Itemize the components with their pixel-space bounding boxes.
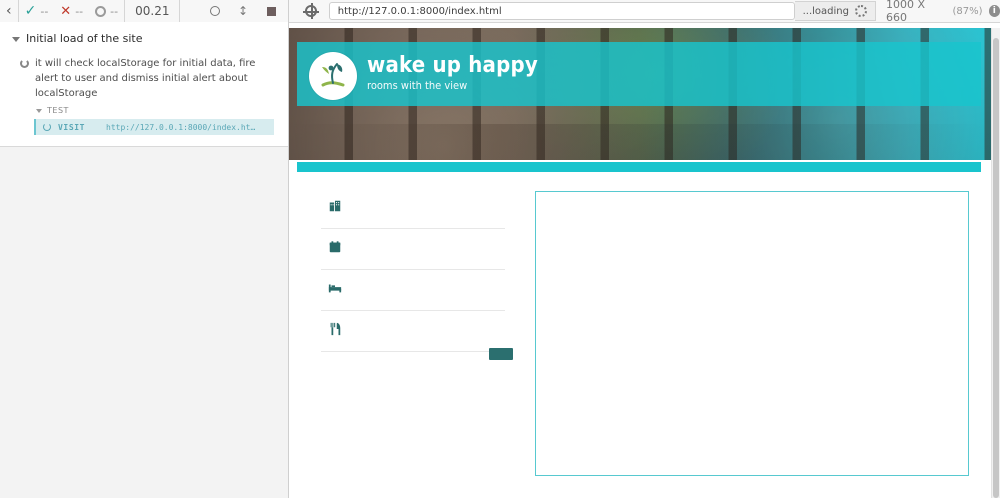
command-log-row[interactable]: VISIT http://127.0.0.1:8000/index.html: [34, 119, 274, 135]
spec-reporter: Initial load of the site it will check l…: [0, 22, 288, 147]
brand-subtitle: rooms with the view: [367, 79, 468, 92]
runner-controls: ↕: [208, 4, 288, 18]
command-message: http://127.0.0.1:8000/index.html: [106, 122, 256, 132]
test-title: it will check localStorage for initial d…: [35, 58, 256, 99]
app-scrollbar[interactable]: [991, 28, 1000, 498]
test-row[interactable]: it will check localStorage for initial d…: [20, 56, 260, 101]
scroll-toggle-button[interactable]: ↕: [236, 4, 250, 18]
menu-item-calendar[interactable]: [321, 229, 505, 270]
pending-count: --: [110, 4, 119, 18]
command-group-label: TEST: [47, 106, 69, 115]
pending-stat: --: [89, 0, 124, 22]
auto-scroll-toggle[interactable]: [208, 4, 222, 18]
check-icon: ✓: [24, 3, 37, 19]
hero-image: wake up happy rooms with the view: [289, 28, 991, 160]
caret-down-icon: [36, 108, 42, 113]
runner-toolbar: ‹ ✓ -- ✕ -- -- 00.21 ↕: [0, 0, 288, 23]
failed-count: --: [75, 4, 84, 18]
viewport-dimensions: 1000 X 660: [885, 0, 926, 24]
loading-indicator: ...loading: [794, 1, 876, 21]
leaf-logo-icon: [311, 54, 355, 98]
suite-title-text: Initial load of the site: [26, 32, 143, 45]
chevron-left-icon: ‹: [6, 3, 12, 19]
brand-title: wake up happy: [367, 53, 538, 78]
back-button[interactable]: ‹: [0, 0, 18, 22]
calendar-icon: [329, 241, 341, 253]
failed-stat: ✕ --: [54, 0, 89, 22]
url-field[interactable]: http://127.0.0.1:8000/index.html: [328, 2, 795, 20]
command-name: VISIT: [58, 122, 86, 132]
hero-divider: [297, 162, 981, 172]
x-icon: ✕: [60, 3, 72, 19]
info-icon[interactable]: i: [988, 5, 1000, 17]
loading-dots-icon: [854, 5, 867, 17]
brand: wake up happy rooms with the view: [367, 54, 538, 93]
building-icon: [329, 200, 341, 212]
stop-button[interactable]: [264, 4, 278, 18]
duration: 00.21: [135, 4, 170, 18]
submit-button[interactable]: [489, 348, 513, 360]
crosshair-icon[interactable]: [303, 3, 319, 19]
menu-item-hotels[interactable]: [321, 188, 505, 229]
passed-count: --: [40, 4, 49, 18]
caret-down-icon: [12, 36, 20, 42]
viewport-size: 1000 X 660 (87%) i: [886, 0, 1000, 24]
pending-circle-icon: [95, 5, 107, 17]
menu-item-rooms[interactable]: [321, 270, 505, 311]
content-frame: [535, 191, 969, 476]
bed-icon: [328, 284, 342, 293]
passed-stat: ✓ --: [19, 0, 55, 22]
scrollbar-thumb[interactable]: [993, 38, 999, 498]
app-url-bar: http://127.0.0.1:8000/index.html ...load…: [289, 0, 1000, 24]
up-down-arrow-icon: ↕: [237, 4, 249, 18]
viewport-scale: (87%): [952, 5, 983, 17]
site-header-banner: wake up happy rooms with the view: [297, 42, 981, 106]
loading-text: ...loading: [802, 5, 849, 17]
stop-icon: [266, 6, 276, 16]
test-runner-panel: ‹ ✓ -- ✕ -- -- 00.21 ↕ Initial load of t…: [0, 0, 289, 498]
command-spinner-icon: [43, 123, 51, 131]
site-logo[interactable]: [309, 52, 357, 100]
loading-spinner-icon: [20, 59, 29, 68]
site-menu: [321, 188, 505, 352]
circle-icon: [210, 6, 220, 16]
app-iframe: wake up happy rooms with the view: [289, 28, 991, 498]
command-group[interactable]: TEST: [36, 106, 69, 115]
toolbar-divider: [179, 0, 181, 22]
menu-item-dining[interactable]: [321, 311, 505, 352]
utensils-icon: [330, 322, 341, 336]
suite-title[interactable]: Initial load of the site: [12, 32, 142, 45]
